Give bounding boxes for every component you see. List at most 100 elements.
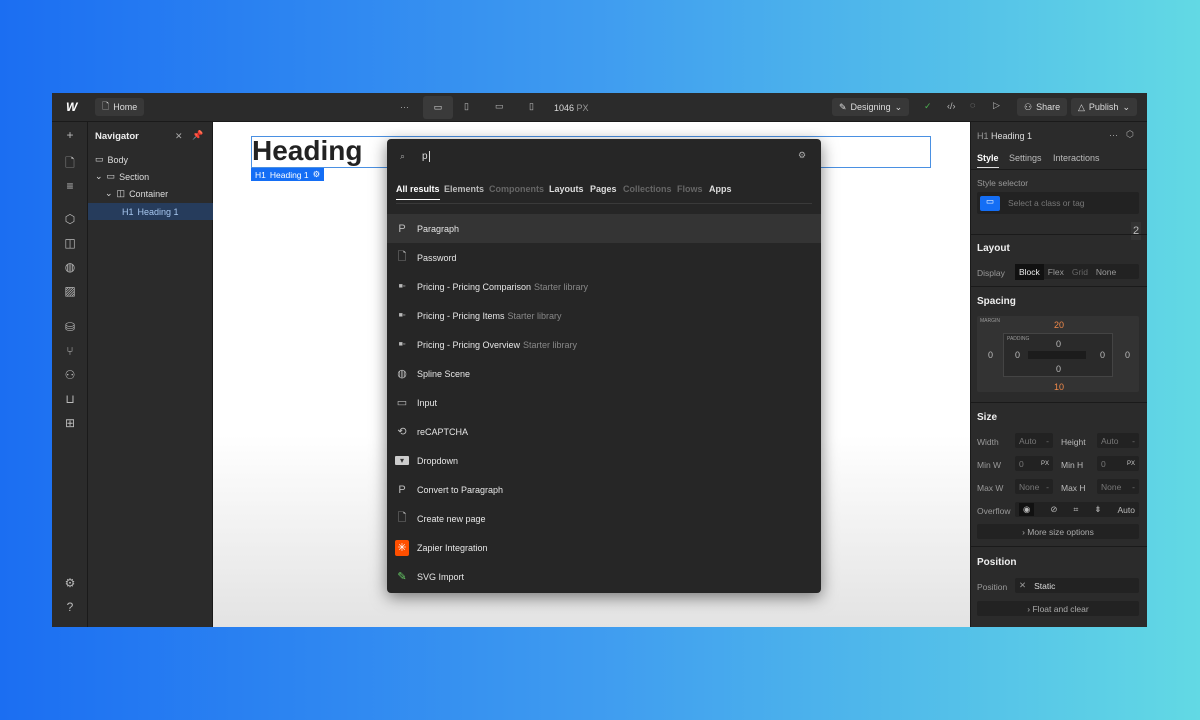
scroll-icon[interactable]: ⇟ — [1094, 504, 1101, 515]
width-field[interactable]: Auto - — [1015, 433, 1053, 448]
padding-bottom[interactable]: 0 — [1056, 364, 1061, 374]
eye-off-icon[interactable]: ⊘ — [1050, 504, 1057, 515]
more-size-options-button[interactable]: › More size options — [977, 524, 1139, 539]
search-input[interactable]: p — [422, 151, 430, 162]
more-breakpoints-button[interactable]: ··· — [400, 102, 409, 112]
tab-interactions[interactable]: Interactions — [1053, 153, 1100, 163]
result-pricing-items[interactable]: ■▫ Pricing - Pricing Items Starter library — [387, 301, 821, 330]
position-select[interactable]: ✕ Static — [1015, 578, 1139, 593]
float-and-clear-button[interactable]: › Float and clear — [977, 601, 1139, 616]
paragraph-icon: P — [398, 222, 406, 235]
desktop-breakpoint-icon[interactable]: ▭ — [423, 96, 453, 119]
navigator-icon[interactable]: ≡ — [62, 179, 78, 193]
left-toolbar: + 🗋 ≡ ⬡ ◫ ◍ ▨ ⛁ ⑂ ⚇ ⊔ ⊞ ⚙ ? — [52, 122, 88, 627]
display-grid[interactable]: Grid — [1068, 264, 1092, 280]
result-pricing-overview[interactable]: ■▫ Pricing - Pricing Overview Starter libr… — [387, 330, 821, 359]
collapse-icon[interactable]: ✕ — [175, 131, 183, 142]
cms-icon[interactable]: ⛁ — [62, 320, 78, 334]
svg-icon: ✎ — [397, 571, 407, 583]
padding-top[interactable]: 0 — [1056, 339, 1061, 349]
result-dropdown[interactable]: ▾ Dropdown — [387, 446, 821, 475]
element-badge[interactable]: H1 Heading 1 ⚙ — [251, 168, 325, 181]
styles-icon[interactable]: ◍ — [62, 260, 78, 274]
height-field[interactable]: Auto - — [1097, 433, 1139, 448]
components-icon[interactable]: ⬡ — [62, 212, 78, 226]
mode-dropdown[interactable]: ✎ Designing ⌄ — [832, 98, 910, 116]
gear-icon[interactable]: ⚙ — [313, 169, 321, 180]
padding-right[interactable]: 0 — [1100, 350, 1105, 360]
preview-play-icon[interactable]: ▷ — [993, 100, 1000, 111]
logic-icon[interactable]: ⑂ — [62, 344, 78, 358]
max-height-field[interactable]: None - — [1097, 479, 1139, 494]
webflow-logo[interactable]: W — [66, 100, 77, 114]
nav-item-body[interactable]: ▭ Body — [88, 151, 213, 168]
pin-icon[interactable]: 📌 — [192, 130, 203, 141]
tablet-breakpoint-icon[interactable]: ▯ — [464, 101, 469, 112]
body-icon: ▭ — [95, 154, 104, 164]
share-button[interactable]: ⚇ Share — [1017, 98, 1068, 116]
mobile-landscape-icon[interactable]: ▭ — [495, 101, 504, 112]
code-icon[interactable]: ‹/› — [947, 101, 956, 111]
tab-collections[interactable]: Collections — [623, 184, 672, 194]
settings-icon[interactable]: ⚙ — [62, 576, 78, 590]
max-width-field[interactable]: None - — [1015, 479, 1053, 494]
result-input[interactable]: ▭ Input — [387, 388, 821, 417]
tab-pages[interactable]: Pages — [590, 184, 617, 194]
tab-flows[interactable]: Flows — [677, 184, 703, 194]
overflow-auto[interactable]: Auto — [1117, 505, 1135, 515]
result-convert-to-paragraph[interactable]: P Convert to Paragraph — [387, 475, 821, 504]
page-selector[interactable]: 🗋 Home — [95, 98, 145, 116]
margin-top[interactable]: 20 — [1054, 320, 1064, 330]
result-spline-scene[interactable]: ◍ Spline Scene — [387, 359, 821, 388]
overflow-options: ◉ ⊘ ⌗ ⇟ Auto — [1015, 502, 1139, 517]
variables-icon[interactable]: ◫ — [62, 236, 78, 250]
result-paragraph[interactable]: P Paragraph — [387, 214, 821, 243]
result-password[interactable]: 🗋 Password — [387, 243, 821, 272]
display-none[interactable]: None — [1092, 264, 1120, 280]
tab-style[interactable]: Style — [977, 153, 999, 168]
padding-left[interactable]: 0 — [1015, 350, 1020, 360]
tab-all-results[interactable]: All results — [396, 184, 440, 200]
mobile-portrait-icon[interactable]: ▯ — [529, 101, 534, 112]
display-block[interactable]: Block — [1015, 263, 1044, 280]
style-selector-input[interactable]: ▭ Select a class or tag — [977, 192, 1139, 214]
help-icon[interactable]: ? — [62, 600, 78, 614]
tab-settings[interactable]: Settings — [1009, 153, 1042, 163]
crop-icon[interactable]: ⌗ — [1074, 504, 1079, 515]
margin-right[interactable]: 0 — [1125, 350, 1130, 360]
nav-item-container[interactable]: ⌄ ◫ Container — [88, 185, 213, 202]
component-icon[interactable]: ⬡ — [1126, 129, 1134, 140]
nav-item-section[interactable]: ⌄ ▭ Section — [88, 168, 213, 185]
tab-components[interactable]: Components — [489, 184, 544, 194]
dropdown-icon: ▾ — [395, 456, 409, 465]
apps-icon[interactable]: ⊞ — [62, 416, 78, 430]
comment-icon[interactable]: ◌ — [970, 100, 975, 110]
pages-icon[interactable]: 🗋 — [62, 154, 78, 175]
assets-icon[interactable]: ▨ — [62, 284, 78, 298]
display-flex[interactable]: Flex — [1044, 264, 1068, 280]
margin-bottom[interactable]: 10 — [1054, 382, 1064, 392]
add-icon[interactable]: + — [62, 128, 78, 142]
result-svg-import[interactable]: ✎ SVG Import — [387, 562, 821, 591]
ecommerce-icon[interactable]: ⊔ — [62, 392, 78, 406]
result-create-new-page[interactable]: 🗋 Create new page — [387, 504, 821, 533]
eye-icon[interactable]: ◉ — [1019, 503, 1035, 516]
tab-apps[interactable]: Apps — [709, 184, 732, 194]
result-zapier[interactable]: ✳ Zapier Integration — [387, 533, 821, 562]
check-icon[interactable]: ✓ — [924, 101, 932, 112]
nav-item-heading[interactable]: H1 Heading 1 — [88, 203, 213, 220]
users-icon[interactable]: ⚇ — [62, 368, 78, 382]
tab-elements[interactable]: Elements — [444, 184, 484, 194]
chevron-down-icon: ⌄ — [1122, 101, 1130, 112]
publish-button[interactable]: △ Publish ⌄ — [1071, 98, 1137, 116]
tab-layouts[interactable]: Layouts — [549, 184, 584, 194]
result-recaptcha[interactable]: ⟲ reCAPTCHA — [387, 417, 821, 446]
notification-count[interactable]: 2 — [1131, 222, 1142, 240]
more-icon[interactable]: ··· — [1109, 130, 1118, 140]
result-pricing-comparison[interactable]: ■▫ Pricing - Pricing Comparison Starter li… — [387, 272, 821, 301]
canvas-heading[interactable]: Heading — [252, 135, 362, 167]
gear-icon[interactable]: ⚙ — [798, 150, 806, 161]
min-height-field[interactable]: 0 PX — [1097, 456, 1139, 471]
margin-left[interactable]: 0 — [988, 350, 993, 360]
min-width-field[interactable]: 0 PX — [1015, 456, 1053, 471]
